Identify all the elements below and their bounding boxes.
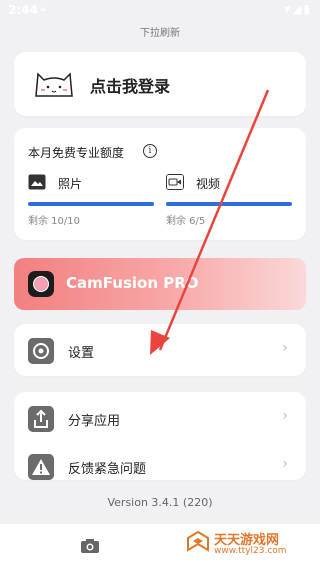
login-label[interactable]: 点击我登录 (90, 73, 170, 97)
login-card[interactable]: 点击我登录 (14, 52, 306, 116)
watermark: 天天游戏网 www.ttyl23.com (186, 526, 306, 560)
pulldown-hint: 下拉刷新 (140, 28, 180, 39)
share-card: 分享应用 › 反馈紧急问题 › (14, 392, 306, 480)
menu-item-share[interactable]: 分享应用 › (14, 396, 306, 440)
quota-video: 视频 剩余 6/5 (166, 172, 292, 228)
menu-item-settings[interactable]: 设置 › (14, 328, 306, 372)
menu-item-feedback[interactable]: 反馈紧急问题 › (14, 444, 306, 488)
quota-video-bar (166, 202, 292, 206)
quota-photo-remaining: 剩余 10/10 (28, 216, 80, 227)
quota-photo-bar (28, 202, 154, 206)
watermark-logo-icon (187, 530, 209, 552)
menu-item-settings-label: 设置 (68, 346, 95, 361)
status-bar: 2:44 ⌖ ▾◢▮ (0, 0, 320, 22)
pro-banner[interactable]: CamFusion PRO (14, 258, 306, 310)
watermark-url: www.ttyl23.com (214, 546, 287, 556)
quota-card: 本月免费专业额度 i 照片 剩余 10/10 视频 剩余 6/5 (14, 128, 306, 240)
settings-card: 设置 › (14, 324, 306, 376)
settings-gear-icon (28, 338, 54, 364)
status-icons: ▾◢▮ (284, 2, 312, 16)
camfusion-logo-icon (28, 271, 54, 297)
share-icon (28, 406, 54, 432)
photo-icon (28, 174, 46, 190)
chevron-right-icon: › (282, 456, 288, 472)
menu-item-share-label: 分享应用 (68, 414, 121, 429)
quota-photo-label: 照片 (58, 177, 83, 191)
version-text: Version 3.4.1 (220) (107, 496, 213, 509)
pro-label: CamFusion PRO (66, 274, 199, 292)
video-icon (166, 174, 184, 190)
quota-video-remaining: 剩余 6/5 (166, 216, 206, 227)
location-icon: ⌖ (40, 2, 47, 16)
warning-icon (28, 454, 54, 480)
chevron-right-icon: › (282, 408, 288, 424)
menu-item-feedback-label: 反馈紧急问题 (68, 462, 147, 477)
quota-photo: 照片 剩余 10/10 (28, 172, 154, 228)
info-icon[interactable]: i (143, 144, 157, 158)
cat-avatar-icon (35, 72, 73, 97)
chevron-right-icon: › (282, 340, 288, 356)
camera-icon[interactable] (80, 538, 100, 554)
quota-title: 本月免费专业额度 (28, 146, 125, 160)
status-time: 2:44 (8, 3, 38, 17)
quota-video-label: 视频 (196, 177, 221, 191)
